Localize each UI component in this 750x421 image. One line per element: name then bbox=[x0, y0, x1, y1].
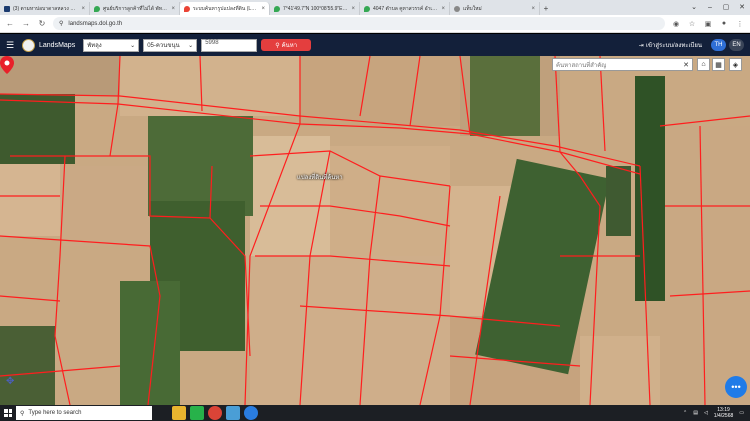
maps-pin-icon bbox=[364, 5, 370, 12]
search-icon: ⚲ bbox=[275, 42, 280, 49]
chevron-down-icon: ⌄ bbox=[188, 42, 194, 49]
parcel-number-input[interactable]: 5998 bbox=[201, 38, 258, 52]
browser-tab[interactable]: ศูนย์บริการลูกค้าที่ไม่ได้ พัทลุง - Goo.… bbox=[90, 2, 180, 15]
file-explorer-icon[interactable] bbox=[172, 406, 186, 420]
extensions-icon[interactable]: ▣ bbox=[703, 20, 713, 28]
url-field[interactable]: ⚲ landsmaps.dol.go.th bbox=[53, 17, 665, 30]
parcel-label: แปลงที่ดินที่ค้นหา bbox=[297, 175, 343, 181]
taskbar-apps bbox=[172, 406, 258, 420]
maximize-icon[interactable]: ▢ bbox=[718, 0, 734, 15]
system-tray: ⌃ ▤ ◁ 13:19 1/4/2568 ▭ bbox=[683, 407, 750, 419]
close-tab-icon[interactable]: × bbox=[81, 6, 85, 12]
header-right: ⇥ เข้าสู่ระบบ/ลงทะเบียน TH EN bbox=[639, 39, 744, 51]
app-header: ☰ LandsMaps พัทลุง ⌄ 05-ควนขนุน ⌄ 5998 ⚲… bbox=[0, 34, 750, 56]
close-tab-icon[interactable]: × bbox=[261, 6, 265, 12]
tab-title: ระบบค้นหารูปแปลงที่ดิน (LandsMa... bbox=[193, 5, 259, 12]
browser-tab[interactable]: (3) ตามหาบ่อบาดาลหลวง MB1608E... × bbox=[0, 2, 90, 15]
district-select[interactable]: 05-ควนขนุน ⌄ bbox=[143, 38, 198, 52]
clear-search-icon[interactable]: ✕ bbox=[683, 61, 689, 69]
back-icon[interactable]: ← bbox=[5, 19, 15, 28]
bookmark-star-icon[interactable]: ☆ bbox=[687, 20, 697, 28]
location-icon[interactable]: ◉ bbox=[671, 20, 681, 28]
edge-icon[interactable] bbox=[244, 406, 258, 420]
address-bar: ← → ↻ ⚲ landsmaps.dol.go.th ◉ ☆ ▣ ● ⋮ bbox=[0, 15, 750, 33]
more-options-button[interactable]: ••• bbox=[725, 376, 747, 398]
province-value: พัทลุง bbox=[87, 43, 102, 49]
place-search-input[interactable]: ค้นหาสถานที่สำคัญ ✕ bbox=[552, 58, 693, 71]
notification-icon[interactable]: ▭ bbox=[739, 410, 744, 416]
close-tab-icon[interactable]: × bbox=[441, 6, 445, 12]
grid-icon[interactable]: ▦ bbox=[712, 58, 725, 71]
login-link[interactable]: ⇥ เข้าสู่ระบบ/ลงทะเบียน bbox=[639, 40, 702, 50]
map-view[interactable]: ค้นหาสถานที่สำคัญ ✕ ⌂ ▦ ◈ แปลงที่ดินที่ค… bbox=[0, 56, 750, 405]
search-button-label: ค้นหา bbox=[281, 43, 298, 49]
lang-th-button[interactable]: TH bbox=[711, 39, 726, 51]
clock[interactable]: 13:19 1/4/2568 bbox=[714, 407, 733, 419]
chrome-icon[interactable] bbox=[208, 406, 222, 420]
menu-icon[interactable]: ⋮ bbox=[735, 20, 745, 28]
maps-pin-icon bbox=[184, 5, 190, 12]
district-value: 05-ควนขนุน bbox=[147, 43, 180, 49]
home-icon[interactable]: ⌂ bbox=[697, 58, 710, 71]
chevron-down-icon: ⌄ bbox=[130, 42, 136, 49]
taskbar-search[interactable]: ⚲ Type here to search bbox=[16, 406, 152, 420]
login-label: เข้าสู่ระบบ/ลงทะเบียน bbox=[645, 43, 702, 49]
login-icon: ⇥ bbox=[638, 42, 644, 49]
network-icon[interactable]: ▤ bbox=[693, 410, 698, 416]
close-window-icon[interactable]: ✕ bbox=[734, 0, 750, 15]
new-tab-button[interactable]: + bbox=[540, 2, 552, 15]
tray-chevron-icon[interactable]: ⌃ bbox=[683, 410, 687, 416]
maps-pin-icon bbox=[274, 5, 280, 12]
tab-title: 7°41'49.7"N 100°08'55.9"E - Go... bbox=[283, 5, 348, 12]
globe-icon bbox=[454, 5, 460, 12]
search-icon: ⚲ bbox=[20, 410, 25, 417]
location-marker-icon[interactable] bbox=[0, 56, 14, 74]
search-button[interactable]: ⚲ ค้นหา bbox=[261, 39, 312, 51]
taskbar-search-placeholder: Type here to search bbox=[28, 410, 82, 416]
browser-tab[interactable]: 4047 ตำบล คูหาสวรรค์ อำเภอเมือง... × bbox=[360, 2, 450, 15]
tab-search-icon[interactable]: ⌄ bbox=[686, 0, 702, 15]
url-text: landsmaps.dol.go.th bbox=[68, 20, 123, 27]
tab-title: แท็บใหม่ bbox=[463, 5, 482, 12]
minimize-icon[interactable]: – bbox=[702, 0, 718, 15]
layers-icon[interactable]: ◈ bbox=[729, 58, 742, 71]
close-tab-icon[interactable]: × bbox=[351, 6, 355, 12]
date: 1/4/2568 bbox=[713, 413, 734, 419]
tab-title: (3) ตามหาบ่อบาดาลหลวง MB1608E... bbox=[13, 5, 78, 12]
province-select[interactable]: พัทลุง ⌄ bbox=[83, 38, 140, 52]
windows-start-icon[interactable] bbox=[0, 405, 16, 421]
tab-title: 4047 ตำบล คูหาสวรรค์ อำเภอเมือง... bbox=[373, 5, 439, 12]
taskbar: ⚲ Type here to search ⌃ ▤ ◁ 13:19 1/4/25… bbox=[0, 405, 750, 421]
window-controls: ⌄ – ▢ ✕ bbox=[686, 0, 750, 15]
hamburger-menu-icon[interactable]: ☰ bbox=[6, 40, 18, 51]
measure-tool-icon[interactable]: ✥ bbox=[6, 376, 20, 390]
browser-tab-active[interactable]: ระบบค้นหารูปแปลงที่ดิน (LandsMa... × bbox=[180, 2, 270, 15]
forward-icon[interactable]: → bbox=[21, 19, 31, 28]
line-app-icon[interactable] bbox=[190, 406, 204, 420]
satellite-imagery bbox=[0, 56, 750, 405]
maps-pin-icon bbox=[94, 5, 100, 12]
browser-tab[interactable]: แท็บใหม่ × bbox=[450, 2, 540, 15]
close-tab-icon[interactable]: × bbox=[171, 6, 175, 12]
brand-name: LandsMaps bbox=[39, 41, 76, 49]
tab-title: ศูนย์บริการลูกค้าที่ไม่ได้ พัทลุง - Goo.… bbox=[103, 5, 168, 12]
browser-tab-strip: (3) ตามหาบ่อบาดาลหลวง MB1608E... × ศูนย์… bbox=[0, 0, 750, 15]
close-tab-icon[interactable]: × bbox=[531, 6, 535, 12]
browser-tab[interactable]: 7°41'49.7"N 100°08'55.9"E - Go... × bbox=[270, 2, 360, 15]
dol-logo bbox=[22, 38, 35, 52]
app-icon[interactable] bbox=[226, 406, 240, 420]
profile-icon[interactable]: ● bbox=[719, 20, 729, 27]
lang-en-button[interactable]: EN bbox=[729, 39, 744, 51]
k-icon bbox=[4, 5, 10, 12]
volume-icon[interactable]: ◁ bbox=[704, 410, 708, 416]
reload-icon[interactable]: ↻ bbox=[37, 19, 47, 28]
place-search-placeholder: ค้นหาสถานที่สำคัญ bbox=[556, 62, 607, 69]
site-info-icon[interactable]: ⚲ bbox=[59, 20, 63, 27]
